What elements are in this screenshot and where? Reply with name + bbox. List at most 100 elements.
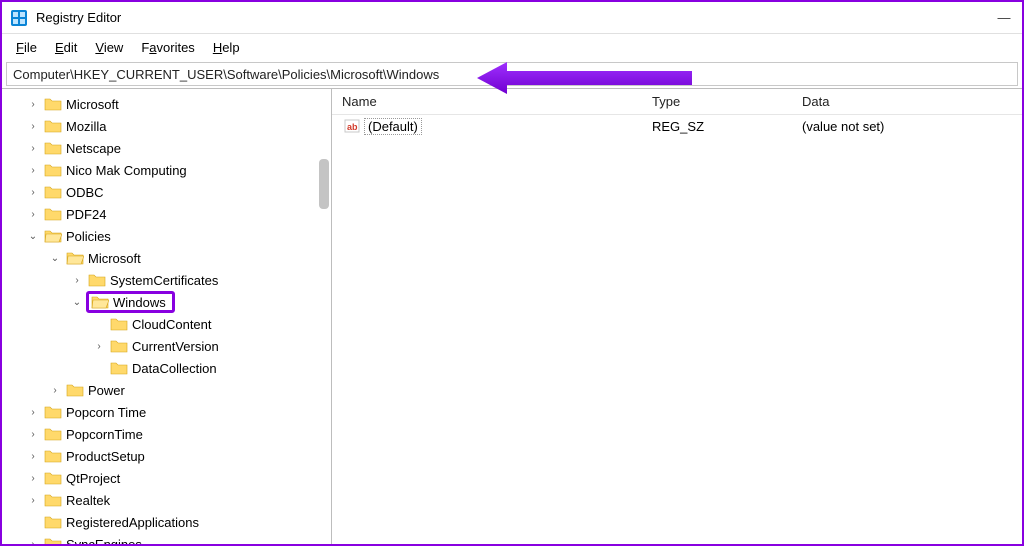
tree-item-label: ProductSetup [64,449,147,464]
chevron-right-icon[interactable]: › [70,273,84,287]
chevron-right-icon[interactable]: › [26,471,40,485]
tree-item-label: Windows [111,295,168,310]
tree-item[interactable]: › QtProject [8,467,331,489]
folder-icon [44,228,62,244]
tree-item-label: RegisteredApplications [64,515,201,530]
tree-item[interactable]: › PopcornTime [8,423,331,445]
tree-item[interactable]: › Power [8,379,331,401]
chevron-right-icon[interactable]: › [26,97,40,111]
tree-item[interactable]: › CurrentVersion [8,335,331,357]
folder-icon [44,184,62,200]
address-path: Computer\HKEY_CURRENT_USER\Software\Poli… [13,67,439,82]
folder-icon [66,250,84,266]
tree-pane[interactable]: ›Microsoft›Mozilla›Netscape›Nico Mak Com… [2,89,332,544]
value-name: (Default) [364,118,422,135]
window-controls: — [994,10,1014,25]
tree-item[interactable]: › Microsoft [8,93,331,115]
menu-help[interactable]: Help [205,38,248,57]
chevron-right-icon[interactable]: › [26,185,40,199]
chevron-right-icon[interactable]: › [26,405,40,419]
folder-icon [110,316,128,332]
tree-item-label: DataCollection [130,361,219,376]
menu-favorites[interactable]: Favorites [133,38,202,57]
minimize-button[interactable]: — [994,10,1014,25]
column-data[interactable]: Data [802,94,1022,109]
tree-item[interactable]: › Realtek [8,489,331,511]
chevron-right-icon[interactable]: › [26,427,40,441]
folder-icon [44,96,62,112]
tree-item[interactable]: ⌄ Policies [8,225,331,247]
tree-item[interactable]: ›PDF24 [8,203,331,225]
chevron-right-icon[interactable]: › [48,383,62,397]
svg-text:ab: ab [347,122,358,132]
tree-item[interactable]: DataCollection [8,357,331,379]
value-data: (value not set) [802,119,1022,134]
tree-item-label: PopcornTime [64,427,145,442]
tree-item[interactable]: › Mozilla [8,115,331,137]
chevron-right-icon[interactable]: › [92,339,106,353]
tree-item-label: Microsoft [64,97,121,112]
folder-icon [44,514,62,530]
tree-item-label: Microsoft [86,251,143,266]
list-pane[interactable]: Name Type Data ab(Default)REG_SZ(value n… [332,89,1022,544]
tree-item[interactable]: › ProductSetup [8,445,331,467]
tree-item[interactable]: CloudContent [8,313,331,335]
column-type[interactable]: Type [652,94,802,109]
titlebar: Registry Editor — [2,2,1022,34]
tree-item-label: ODBC [64,185,106,200]
tree-item-label: Policies [64,229,113,244]
folder-icon [44,162,62,178]
chevron-right-icon[interactable]: › [26,537,40,544]
folder-icon [110,338,128,354]
value-row[interactable]: ab(Default)REG_SZ(value not set) [332,115,1022,137]
tree-item[interactable]: ›Nico Mak Computing [8,159,331,181]
chevron-right-icon[interactable]: › [26,493,40,507]
list-header: Name Type Data [332,89,1022,115]
menu-view[interactable]: View [87,38,131,57]
folder-icon [91,294,109,310]
folder-icon [44,140,62,156]
folder-icon [44,448,62,464]
folder-icon [110,360,128,376]
tree-item[interactable]: › Netscape [8,137,331,159]
tree-item-label: Realtek [64,493,112,508]
tree-item-label: Power [86,383,127,398]
tree-item-label: QtProject [64,471,122,486]
chevron-right-icon[interactable]: › [26,141,40,155]
tree-item[interactable]: RegisteredApplications [8,511,331,533]
folder-icon [44,492,62,508]
tree-item[interactable]: ⌄ Microsoft [8,247,331,269]
folder-icon [44,118,62,134]
chevron-right-icon[interactable]: › [26,449,40,463]
chevron-down-icon[interactable]: ⌄ [70,295,84,309]
folder-icon [44,404,62,420]
chevron-right-icon[interactable]: › [26,207,40,221]
tree-item-label: SyncEngines [64,537,144,545]
tree-item[interactable]: › ODBC [8,181,331,203]
tree-item-label: Netscape [64,141,123,156]
string-value-icon: ab [344,118,360,134]
folder-icon [66,382,84,398]
menubar: File Edit View Favorites Help [2,34,1022,60]
column-name[interactable]: Name [332,94,652,109]
tree-item-label: CloudContent [130,317,214,332]
app-icon [10,9,28,27]
tree-item-label: CurrentVersion [130,339,221,354]
chevron-right-icon[interactable]: › [26,119,40,133]
chevron-down-icon[interactable]: ⌄ [48,251,62,265]
tree-item-label: SystemCertificates [108,273,220,288]
menu-file[interactable]: File [8,38,45,57]
tree-item[interactable]: › SystemCertificates [8,269,331,291]
address-bar[interactable]: Computer\HKEY_CURRENT_USER\Software\Poli… [6,62,1018,86]
chevron-down-icon[interactable]: ⌄ [26,229,40,243]
folder-icon [44,426,62,442]
tree-item[interactable]: ›Popcorn Time [8,401,331,423]
tree-item[interactable]: › SyncEngines [8,533,331,544]
folder-icon [44,470,62,486]
tree-item-label: Mozilla [64,119,108,134]
folder-icon [88,272,106,288]
tree-scrollbar[interactable] [319,159,329,209]
tree-item[interactable]: ⌄ Windows [8,291,331,313]
chevron-right-icon[interactable]: › [26,163,40,177]
menu-edit[interactable]: Edit [47,38,85,57]
